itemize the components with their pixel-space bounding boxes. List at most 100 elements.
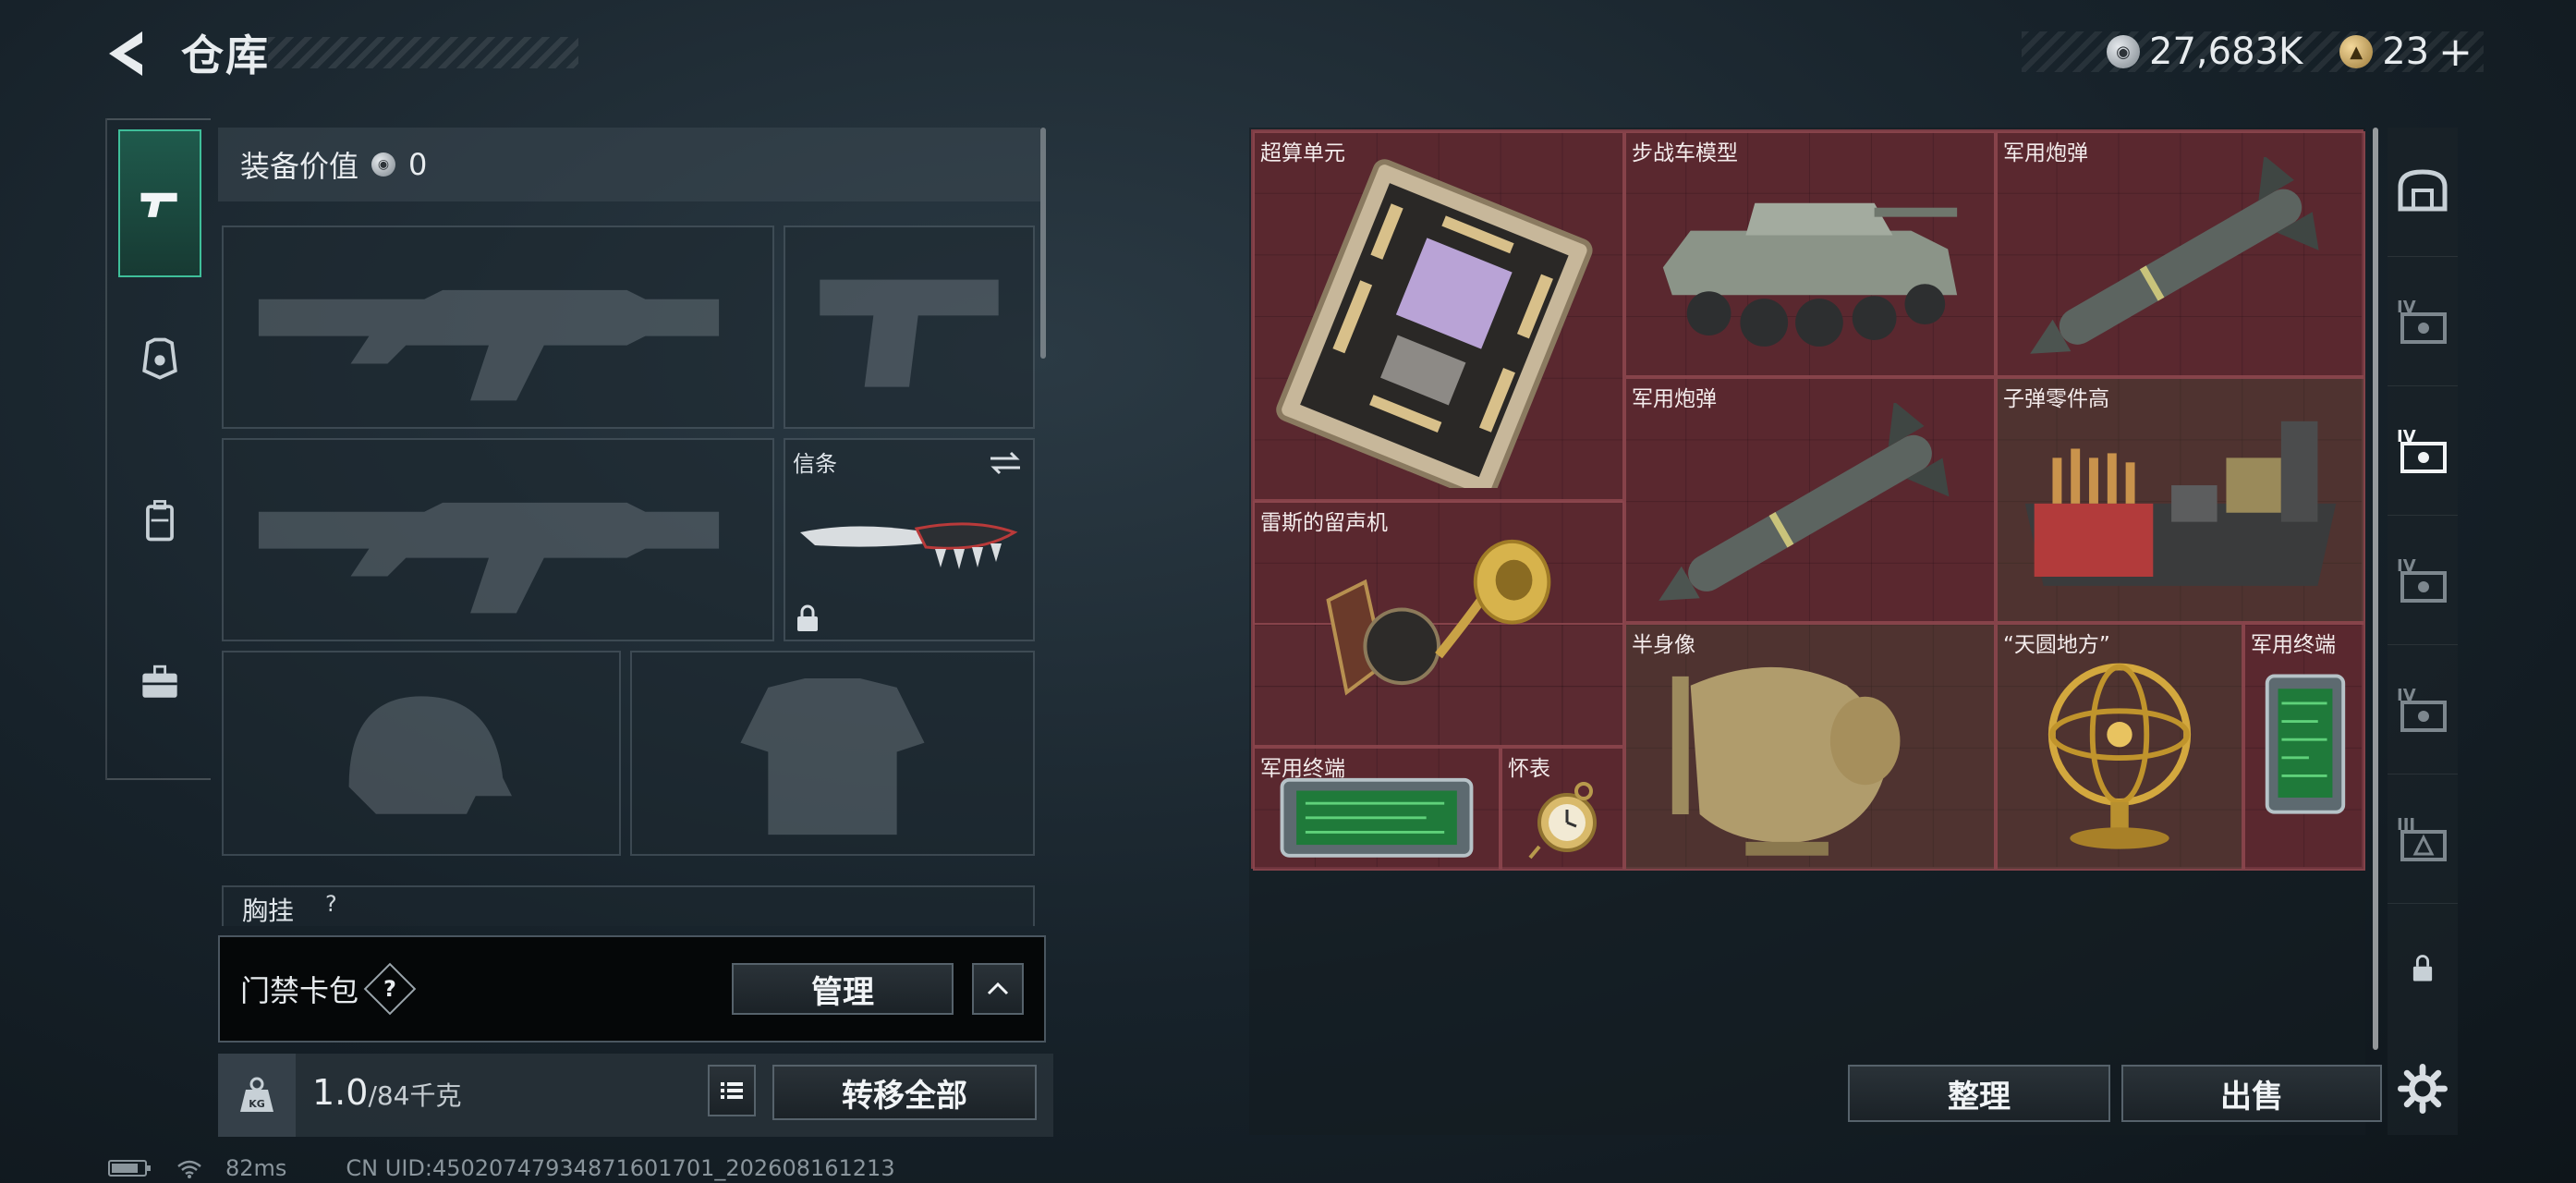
sell-button[interactable]: 出售	[2121, 1065, 2382, 1122]
ifv-model-icon	[1662, 202, 1958, 347]
wifi-icon	[177, 1160, 201, 1178]
weight-icon: KG	[240, 1077, 273, 1112]
chest-rig-label: 胸挂	[242, 896, 295, 926]
collapse-button[interactable]	[972, 963, 1024, 1015]
gramophone-item[interactable]	[1253, 501, 1624, 747]
list-view-button[interactable]	[708, 1065, 756, 1116]
compute-unit-icon	[1276, 159, 1593, 489]
storage-expansion-icon: IV	[2397, 556, 2447, 603]
tab-weapons[interactable]	[118, 129, 201, 277]
briefcase-icon	[142, 665, 177, 698]
artillery-shell-icon	[2030, 157, 2319, 354]
silver-amount: 27,683K	[2149, 30, 2303, 73]
equipment-value-label: 装备价值	[240, 149, 359, 184]
storage-item[interactable]: 子弹零件高	[1996, 377, 2365, 623]
equipment-tabs	[105, 118, 211, 780]
tab-storage-locked[interactable]	[2388, 922, 2458, 1015]
battery-icon	[108, 1160, 151, 1177]
transfer-all-button[interactable]: 转移全部	[772, 1065, 1037, 1120]
gear-icon	[2398, 1064, 2448, 1114]
tab-briefcase[interactable]	[118, 608, 201, 756]
storage-item[interactable]: 怀表	[1501, 747, 1624, 871]
tab-storage-iii[interactable]: III	[2388, 774, 2458, 904]
swap-icon[interactable]	[987, 449, 1024, 477]
storage-item[interactable]: 超算单元	[1253, 131, 1624, 501]
tab-armor[interactable]	[118, 285, 201, 433]
equipment-value: 0	[408, 147, 428, 182]
rifle-silhouette-icon	[258, 289, 720, 401]
pocket-watch-icon	[1528, 782, 1597, 860]
tab-storage-iv-a[interactable]: IV	[2388, 257, 2458, 386]
weight-max: /84千克	[368, 1080, 462, 1111]
melee-slot[interactable]: 信条	[784, 438, 1035, 641]
equipment-value-row: 装备价值 ◉ 0	[218, 128, 1040, 201]
silver-coin-icon: ◉	[2107, 35, 2140, 68]
rifle-silhouette-icon	[258, 502, 720, 614]
knife-icon	[800, 522, 1018, 569]
pistol-slot[interactable]	[784, 226, 1035, 429]
tab-storage-iv-b[interactable]: IV	[2388, 386, 2458, 516]
ping: 82ms	[225, 1155, 287, 1181]
settings-button[interactable]	[2388, 1043, 2458, 1135]
vest-silhouette-icon	[740, 677, 925, 835]
lock-icon	[2412, 955, 2433, 982]
chest-rig-help[interactable]: ?	[325, 891, 337, 917]
helmet-slot[interactable]	[222, 651, 621, 856]
title-decoration	[268, 37, 578, 68]
tab-storage-iv-c[interactable]: IV	[2388, 516, 2458, 645]
storage-item[interactable]: 军用终端	[2243, 623, 2365, 871]
storage-item[interactable]: “天圆地方”	[1996, 623, 2243, 871]
currency-bar: ◉ 27,683K ▲ 23 +	[2022, 29, 2484, 76]
pistol-icon	[140, 192, 177, 217]
status-bar: 82ms CN UID:450207479348716017​01_202608…	[107, 1155, 895, 1181]
storage-item[interactable]: 军用炮弹	[1624, 377, 1996, 623]
secondary-weapon-slot[interactable]	[222, 438, 774, 641]
safe-icon	[2398, 168, 2448, 211]
manage-button[interactable]: 管理	[732, 963, 954, 1015]
armor-icon	[142, 337, 177, 380]
cardpack-help-button[interactable]: ?	[363, 962, 417, 1016]
storage-scrollbar[interactable]	[2373, 128, 2378, 1050]
add-gold-button[interactable]: +	[2438, 29, 2473, 76]
storage-item[interactable]: 军用终端	[1253, 747, 1501, 871]
storage-item[interactable]: 半身像	[1624, 623, 1996, 871]
helmet-silhouette-icon	[348, 696, 512, 814]
bullet-parts-icon	[2024, 421, 2337, 586]
chevron-up-icon	[987, 982, 1009, 995]
military-terminal-icon	[2265, 674, 2346, 814]
bust-statue-icon	[1671, 666, 1901, 856]
player-uid: CN UID:450207479348716017​01_20260816121…	[346, 1155, 895, 1181]
storage-expansion-icon: III	[2397, 815, 2447, 861]
backpack-icon	[146, 500, 174, 542]
help-icon: ?	[383, 975, 396, 1002]
tab-storage-iv-d[interactable]: IV	[2388, 645, 2458, 774]
armor-slot[interactable]	[630, 651, 1035, 856]
sort-button[interactable]: 整理	[1848, 1065, 2110, 1122]
lock-icon	[797, 604, 818, 631]
storage-item[interactable]: 步战车模型	[1624, 131, 1996, 377]
chest-rig-slot[interactable]: 胸挂 ?	[222, 885, 1035, 926]
list-icon	[721, 1082, 743, 1099]
page-title: 仓库	[181, 30, 270, 80]
storage-expansion-icon: IV	[2397, 686, 2447, 732]
melee-slot-label: 信条	[793, 451, 837, 477]
storage-page-tabs: IV IV IV IV III	[2388, 128, 2458, 1135]
tab-backpack[interactable]	[118, 446, 201, 594]
military-terminal-icon	[1280, 777, 1474, 858]
back-arrow-icon	[109, 31, 142, 76]
cardpack-label: 门禁卡包	[240, 973, 359, 1008]
storage-expansion-icon: IV	[2397, 427, 2447, 473]
silver-coin-icon: ◉	[371, 152, 396, 177]
gramophone-icon	[1326, 539, 1551, 696]
weight-display: 1.0/84千克	[312, 1072, 462, 1113]
pistol-silhouette-icon	[820, 279, 999, 387]
equipment-scrollbar[interactable]	[1040, 128, 1046, 359]
weight-current: 1.0	[312, 1072, 369, 1113]
primary-weapon-slot[interactable]	[222, 226, 774, 429]
storage-item[interactable]: 军用炮弹	[1996, 131, 2365, 377]
back-button[interactable]	[102, 26, 157, 81]
tab-storage-home[interactable]	[2388, 128, 2458, 257]
storage-grid: 超算单元 步战车模型 军用炮弹 军用炮弹 子弹零件高 雷斯的留声机 半身像 “天…	[1251, 129, 2365, 871]
storage-expansion-icon: IV	[2397, 298, 2447, 344]
artillery-shell-icon	[1659, 403, 1950, 601]
